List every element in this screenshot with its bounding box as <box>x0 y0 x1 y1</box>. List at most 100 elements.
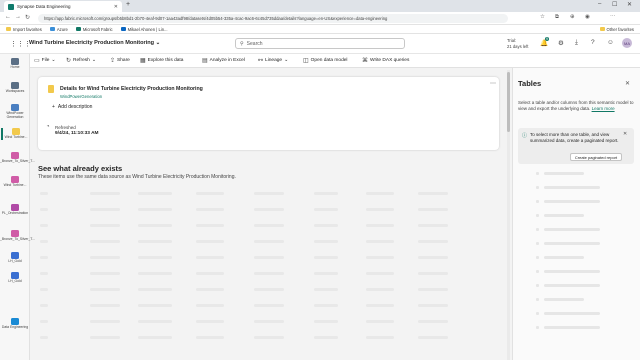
loading-placeholder <box>536 172 539 175</box>
reload-icon[interactable]: ↻ <box>25 14 30 21</box>
tables-panel-title: Tables <box>518 79 542 88</box>
rail-item[interactable]: Home <box>1 58 29 70</box>
loading-placeholder <box>418 224 448 227</box>
loading-placeholder <box>254 336 284 339</box>
back-icon[interactable]: ← <box>5 14 11 20</box>
favorite-item[interactable]: Import favorites <box>6 27 42 32</box>
extensions-icon[interactable]: ⊕ <box>570 14 575 20</box>
rail-item-icon <box>11 252 19 259</box>
panel-close-icon[interactable]: ✕ <box>625 80 630 87</box>
loading-placeholder <box>138 320 172 323</box>
tab-close-icon[interactable]: ✕ <box>114 4 118 10</box>
window-close-icon[interactable]: ✕ <box>627 1 632 8</box>
dax-icon: ⌘ <box>362 58 368 64</box>
info-message-text: To select more than one table, and view … <box>530 132 619 143</box>
rail-item[interactable]: Wind Turbine... <box>1 176 29 188</box>
loading-placeholder <box>314 272 338 275</box>
app-launcher-icon[interactable]: ⋮⋮⋮ <box>10 40 31 48</box>
workspace-link[interactable]: WindPowerGeneration <box>60 94 102 99</box>
favorite-item[interactable]: Azure <box>49 27 68 32</box>
loading-placeholder <box>40 256 48 259</box>
loading-placeholder <box>366 272 394 275</box>
loading-placeholder <box>418 208 448 211</box>
loading-placeholder <box>90 336 120 339</box>
rail-item[interactable]: LH_Gold <box>1 272 29 284</box>
loading-placeholder <box>544 172 584 175</box>
open-data-model-button[interactable]: ◫ Open data model <box>303 57 347 64</box>
dismiss-info-icon[interactable]: ✕ <box>623 131 627 137</box>
forward-icon[interactable]: → <box>15 14 21 20</box>
download-icon[interactable]: ⤓ <box>575 39 578 47</box>
other-favorites[interactable]: Other favorites <box>599 27 634 32</box>
minimize-icon[interactable]: – <box>598 1 601 7</box>
main-scrollbar-thumb[interactable] <box>507 72 510 132</box>
loading-placeholder <box>544 284 600 287</box>
rail-item-label: Workspaces <box>5 89 25 93</box>
url-field[interactable]: https://app.fabric.microsoft.com/groups/… <box>38 14 508 23</box>
loading-placeholder <box>40 272 48 275</box>
rail-item[interactable]: WindPower Generation <box>1 104 29 120</box>
feedback-icon[interactable]: ☺ <box>607 39 614 46</box>
loading-placeholder <box>196 288 224 291</box>
loading-placeholder <box>196 336 224 339</box>
loading-placeholder <box>536 228 539 231</box>
profile-icon[interactable]: ◉ <box>585 14 590 20</box>
avatar[interactable]: MA <box>622 38 632 48</box>
help-icon[interactable]: ? <box>591 39 595 46</box>
loading-placeholder <box>366 336 394 339</box>
info-icon: ⓘ <box>522 133 528 139</box>
favorite-star-icon[interactable]: ☆ <box>540 14 545 20</box>
lineage-button[interactable]: ⚯ Lineage ⌄ <box>258 57 288 64</box>
create-paginated-report-button[interactable]: Create paginated report <box>570 153 622 161</box>
rail-item[interactable]: NB_Bronze_To_Silver_T... <box>0 152 35 164</box>
rail-item[interactable]: Wind Turbine... <box>1 128 29 140</box>
rail-item[interactable]: NB_Bronze_To_Silver_T... <box>0 230 35 242</box>
settings-icon[interactable]: ⚙ <box>558 39 564 47</box>
rail-item[interactable]: Workspaces <box>1 82 29 94</box>
rail-item-label: Wind Turbine... <box>3 183 27 187</box>
favorite-item[interactable]: Mikael Ahonen | Lin... <box>120 27 168 32</box>
rail-item[interactable]: Data Engineering <box>1 318 29 330</box>
favorite-item[interactable]: Microsoft Fabric <box>75 27 113 32</box>
explore-icon: ▦ <box>140 58 146 64</box>
search-icon: ⚲ <box>240 40 244 47</box>
collections-icon[interactable]: ⧉ <box>555 14 559 21</box>
browser-menu-icon[interactable]: ⋯ <box>610 14 616 20</box>
write-dax-button[interactable]: ⌘ Write DAX queries <box>362 57 409 64</box>
loading-placeholder <box>536 270 539 273</box>
loading-placeholder <box>314 288 338 291</box>
loading-placeholder <box>544 214 584 217</box>
loading-placeholder <box>40 288 48 291</box>
rail-item-label: Home <box>10 65 20 69</box>
loading-placeholder <box>138 224 172 227</box>
add-description-button[interactable]: + Add description <box>52 104 92 110</box>
more-options-icon[interactable]: ⋯ <box>490 80 496 87</box>
loading-placeholder <box>40 192 48 195</box>
analyze-in-excel-button[interactable]: ▤ Analyze in Excel <box>202 57 245 64</box>
file-menu-button[interactable]: ▭ File ⌄ <box>34 57 55 64</box>
loading-placeholder <box>40 320 48 323</box>
loading-placeholder <box>314 256 338 259</box>
maximize-icon[interactable]: ☐ <box>612 1 617 8</box>
new-tab-button[interactable]: + <box>126 1 130 8</box>
loading-placeholder <box>314 208 338 211</box>
rail-item-icon <box>11 58 19 65</box>
share-button[interactable]: ⇪ Share <box>110 57 130 64</box>
rail-item[interactable]: PL_Orchestration <box>1 204 29 216</box>
loading-placeholder <box>544 256 584 259</box>
loading-placeholder <box>196 208 224 211</box>
learn-more-link[interactable]: Learn more <box>592 106 615 111</box>
loading-placeholder <box>254 288 284 291</box>
item-title[interactable]: Wind Turbine Electricity Production Moni… <box>29 40 160 46</box>
lineage-icon: ⚯ <box>258 58 264 64</box>
rail-item-icon <box>11 204 19 211</box>
browser-tab[interactable]: Synapse Data Engineering ✕ <box>4 1 122 12</box>
trial-days-left: 21 days left <box>507 43 529 49</box>
loading-placeholder <box>418 304 448 307</box>
rail-item[interactable]: LH_Gold <box>1 252 29 264</box>
trial-status[interactable]: Trial: 21 days left <box>507 38 528 49</box>
chevron-down-icon: ⌄ <box>51 58 56 63</box>
explore-data-button[interactable]: ▦ Explore this data <box>140 57 183 64</box>
refresh-button[interactable]: ↻ Refresh ⌄ <box>66 57 96 64</box>
search-input[interactable]: ⚲ Search <box>235 38 405 49</box>
